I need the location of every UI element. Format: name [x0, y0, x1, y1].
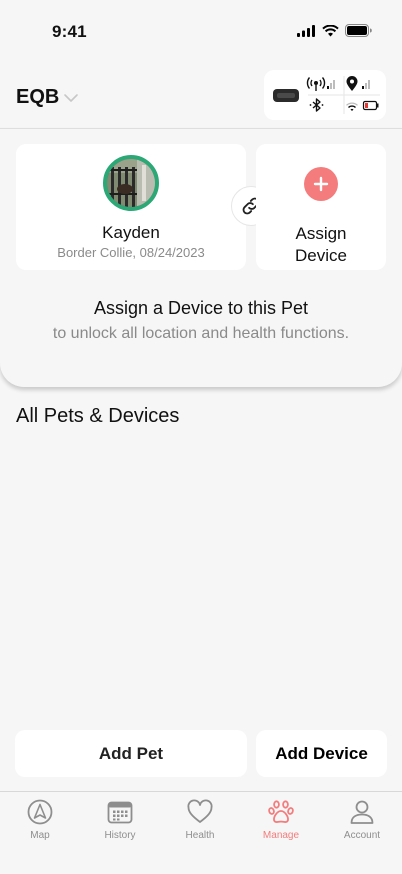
- cellular-antenna-icon: [306, 77, 326, 91]
- tab-label-map: Map: [30, 830, 50, 841]
- group-selector[interactable]: EQB: [16, 86, 79, 109]
- tab-health[interactable]: Health: [160, 798, 240, 841]
- tab-label-history: History: [104, 830, 136, 841]
- group-name: EQB: [16, 86, 60, 108]
- gps-signal-bars-icon: [362, 80, 370, 89]
- location-pin-icon: [346, 76, 358, 91]
- pet-photo: [107, 159, 155, 207]
- chevron-down-icon: [64, 93, 79, 102]
- add-device-button[interactable]: Add Device: [256, 730, 387, 777]
- tab-manage[interactable]: Manage: [241, 798, 321, 841]
- paw-icon: [268, 800, 294, 823]
- assign-label-line2: Device: [295, 246, 347, 265]
- device-battery-low-icon: [362, 100, 379, 111]
- cell-signal-bars-icon: [327, 80, 335, 89]
- tab-label-account: Account: [343, 830, 381, 841]
- pet-name: Kayden: [102, 223, 160, 242]
- add-pet-button[interactable]: Add Pet: [15, 730, 247, 777]
- navigation-arrow-icon: [27, 799, 53, 825]
- wifi-small-icon: [346, 102, 358, 111]
- battery-icon: [345, 24, 372, 37]
- device-status-panel[interactable]: [264, 70, 386, 120]
- status-time: 9:41: [52, 22, 87, 41]
- cellular-signal-icon: [297, 24, 315, 37]
- header: EQB: [0, 68, 402, 128]
- tab-bar: Map History Health Manage Account: [0, 791, 402, 874]
- heart-icon: [187, 799, 213, 823]
- assign-prompt-subtitle: to unlock all location and health functi…: [52, 325, 350, 342]
- calendar-icon: [107, 801, 133, 824]
- tracker-device-icon: [273, 89, 299, 102]
- assign-prompt-title: Assign a Device to this Pet: [93, 298, 309, 318]
- tab-map[interactable]: Map: [0, 798, 80, 841]
- tab-account[interactable]: Account: [322, 798, 402, 841]
- assign-device-label: Assign Device: [256, 223, 386, 267]
- tab-label-manage: Manage: [262, 830, 300, 841]
- tab-label-health: Health: [185, 830, 215, 841]
- tab-history[interactable]: History: [80, 798, 160, 841]
- assign-label-line1: Assign: [295, 224, 347, 243]
- bluetooth-icon: [309, 98, 324, 112]
- section-title: All Pets & Devices: [16, 405, 180, 427]
- add-circle-icon: [304, 167, 338, 201]
- person-icon: [350, 800, 374, 824]
- assign-device-card[interactable]: Assign Device: [256, 144, 386, 270]
- device-status-graphic: [273, 76, 380, 114]
- pet-avatar: [103, 155, 159, 211]
- wifi-icon: [322, 24, 339, 36]
- pet-device-assignment-section: Kayden Border Collie, 08/24/2023 Assign …: [0, 128, 402, 387]
- pet-card[interactable]: Kayden Border Collie, 08/24/2023: [16, 144, 246, 270]
- status-icons: [297, 24, 372, 37]
- plus-icon: [313, 176, 329, 192]
- pet-details: Border Collie, 08/24/2023: [57, 245, 205, 260]
- status-bar: 9:41: [0, 0, 402, 56]
